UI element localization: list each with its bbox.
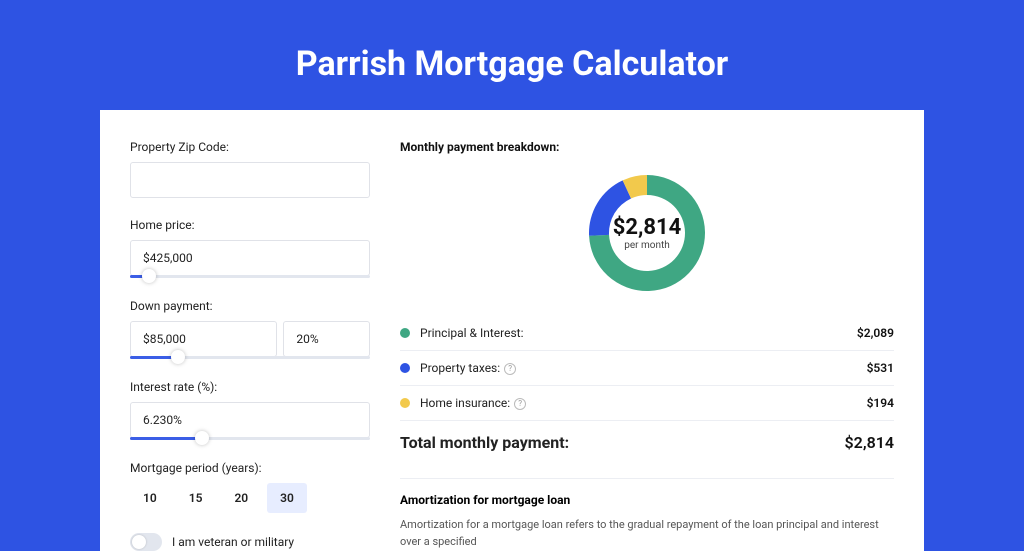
legend-dot-icon [400, 328, 410, 338]
page-title: Parrish Mortgage Calculator [0, 0, 1024, 110]
period-btn-30[interactable]: 30 [267, 483, 307, 513]
breakdown-row: Property taxes:?$531 [400, 350, 894, 385]
total-row: Total monthly payment: $2,814 [400, 420, 894, 464]
breakdown-title: Monthly payment breakdown: [400, 140, 894, 154]
form-panel: Property Zip Code: Home price: Down paym… [130, 140, 370, 551]
breakdown-label: Property taxes:? [420, 361, 867, 375]
field-home-price: Home price: [130, 218, 370, 279]
down-payment-input[interactable] [130, 321, 277, 357]
donut-sub: per month [613, 240, 682, 251]
breakdown-label: Home insurance:? [420, 396, 867, 410]
interest-rate-slider[interactable] [130, 437, 370, 440]
zip-label: Property Zip Code: [130, 140, 370, 154]
breakdown-value: $2,089 [857, 326, 894, 340]
amortization-text: Amortization for a mortgage loan refers … [400, 517, 894, 550]
breakdown-label: Principal & Interest: [420, 326, 857, 340]
zip-input[interactable] [130, 162, 370, 198]
field-zip: Property Zip Code: [130, 140, 370, 198]
home-price-slider[interactable] [130, 275, 370, 278]
field-mortgage-period: Mortgage period (years): 10152030 [130, 461, 370, 513]
legend-dot-icon [400, 398, 410, 408]
breakdown-value: $194 [867, 396, 894, 410]
donut-amount: $2,814 [613, 215, 682, 240]
veteran-label: I am veteran or military [172, 535, 294, 549]
field-down-payment: Down payment: [130, 299, 370, 360]
down-payment-pct-input[interactable] [283, 321, 370, 357]
help-icon[interactable]: ? [514, 398, 526, 410]
mortgage-period-label: Mortgage period (years): [130, 461, 370, 475]
down-payment-slider[interactable] [130, 356, 370, 359]
legend-dot-icon [400, 363, 410, 373]
field-interest-rate: Interest rate (%): [130, 380, 370, 441]
breakdown-panel: Monthly payment breakdown: $2,814 per mo… [400, 140, 894, 551]
amortization-section: Amortization for mortgage loan Amortizat… [400, 478, 894, 550]
down-payment-label: Down payment: [130, 299, 370, 313]
interest-rate-label: Interest rate (%): [130, 380, 370, 394]
home-price-input[interactable] [130, 240, 370, 276]
total-label: Total monthly payment: [400, 433, 845, 452]
donut-wrap: $2,814 per month [400, 164, 894, 316]
home-price-label: Home price: [130, 218, 370, 232]
breakdown-value: $531 [867, 361, 894, 375]
breakdown-row: Principal & Interest:$2,089 [400, 316, 894, 350]
breakdown-row: Home insurance:?$194 [400, 385, 894, 420]
veteran-toggle[interactable] [130, 533, 162, 551]
total-value: $2,814 [845, 433, 894, 452]
interest-rate-input[interactable] [130, 402, 370, 438]
period-btn-20[interactable]: 20 [221, 483, 261, 513]
help-icon[interactable]: ? [504, 363, 516, 375]
period-btn-15[interactable]: 15 [176, 483, 216, 513]
calculator-card: Property Zip Code: Home price: Down paym… [100, 110, 924, 551]
veteran-row: I am veteran or military [130, 533, 370, 551]
period-btn-10[interactable]: 10 [130, 483, 170, 513]
amortization-title: Amortization for mortgage loan [400, 493, 894, 507]
